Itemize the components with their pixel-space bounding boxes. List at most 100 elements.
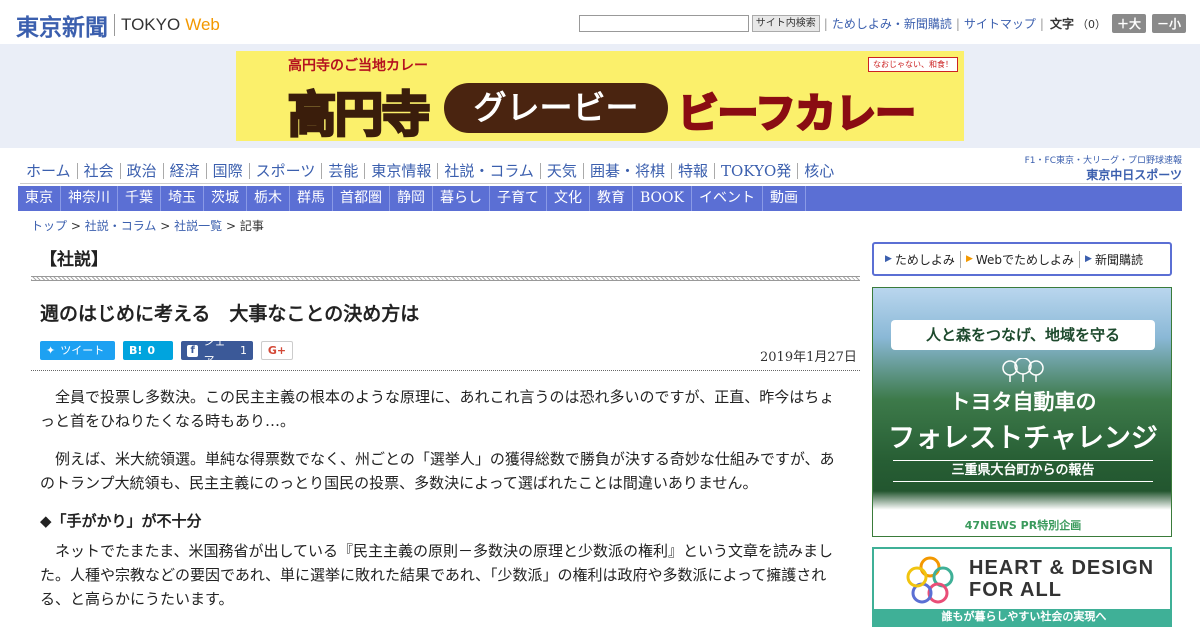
nav-gunma[interactable]: 群馬	[290, 186, 333, 211]
trial-read-label: ためしよみ	[894, 252, 955, 267]
font-increase-button[interactable]: ＋大	[1111, 14, 1146, 33]
article-paragraph: 全員で投票し多数決。この民主主義の根本のような原理に、あれこれ言うのは恐れ多いの…	[40, 388, 835, 430]
logo-japanese[interactable]: 東京新聞	[16, 8, 108, 42]
nav-society[interactable]: 社会	[78, 162, 121, 179]
nav-home[interactable]: ホーム	[20, 162, 78, 179]
curry-banner-ad[interactable]: 高円寺のご当地カレー 高円寺 グレービー ビーフカレー なおじゃない、和食！	[236, 51, 964, 141]
ad-headline: フォレストチャレンジ	[888, 423, 1158, 454]
top-ad-band: 高円寺のご当地カレー 高円寺 グレービー ビーフカレー なおじゃない、和食！	[0, 44, 1200, 148]
nav-saitama[interactable]: 埼玉	[161, 186, 204, 211]
hatena-count: 0	[147, 344, 156, 357]
breadcrumb-top[interactable]: トップ	[31, 219, 67, 233]
heart-design-ad[interactable]: HEART & DESIGN FOR ALL 誰もが暮らしやすい社会の実現へ	[872, 547, 1172, 627]
ad-ribbon: 人と森をつなげ、地域を守る	[891, 320, 1155, 350]
web-trial-read-link[interactable]: ▶ Webでためしよみ	[961, 250, 1081, 268]
nav-kanagawa[interactable]: 神奈川	[61, 186, 118, 211]
nav-tochigi[interactable]: 栃木	[247, 186, 290, 211]
trial-read-link[interactable]: ▶ ためしよみ	[880, 250, 961, 268]
site-header: 東京新聞 TOKYO Web サイト内検索 | ためしよみ・新聞購読 | サイト…	[0, 0, 1200, 44]
nav-special-report[interactable]: 特報	[672, 162, 715, 179]
banner-badge: なおじゃない、和食！	[868, 57, 958, 72]
nav-economy[interactable]: 経済	[164, 162, 207, 179]
font-size-count: （0）	[1076, 17, 1106, 31]
ad-tagline-bar: 誰もが暮らしやすい社会の実現へ	[874, 609, 1170, 625]
article-paragraph: 例えば、米大統領選。単純な得票数でなく、州ごとの「選挙人」の獲得総数で勝負が決す…	[40, 450, 835, 492]
site-logo[interactable]: 東京新聞 TOKYO Web	[16, 8, 220, 42]
nav-editorial-column[interactable]: 社説・コラム	[438, 162, 541, 179]
logo-web[interactable]: Web	[185, 15, 220, 35]
subscribe-link[interactable]: ▶ 新聞購読	[1080, 251, 1148, 268]
article-title: 週のはじめに考える 大事なことの決め方は	[40, 303, 420, 325]
breadcrumb-current: 記事	[239, 219, 264, 233]
breadcrumb: トップ > 社説・コラム > 社説一覧 > 記事	[31, 217, 264, 234]
twitter-icon: ✦	[46, 344, 56, 357]
tweet-button[interactable]: ✦ ツイート	[40, 341, 115, 360]
chunichi-sports-link[interactable]: F1・FC東京・大リーグ・プロ野球速報 東京中日スポーツ	[1025, 153, 1182, 183]
utility-bar: サイト内検索 | ためしよみ・新聞購読 | サイトマップ | 文字 （0） ＋大…	[578, 14, 1186, 33]
search-input[interactable]	[578, 15, 749, 32]
article-subhead: ◆「手がかり」が不十分	[40, 512, 202, 530]
divider: |	[955, 16, 960, 31]
nav-shizuoka[interactable]: 静岡	[390, 186, 433, 211]
arrow-icon: ▶	[965, 254, 973, 264]
nav-weather[interactable]: 天気	[541, 162, 584, 179]
nav-education[interactable]: 教育	[590, 186, 633, 211]
nav-entertainment[interactable]: 芸能	[322, 162, 366, 179]
article-paragraph: ネットでたまたま、米国務省が出している『民主主義の原則－多数決の原理と少数派の権…	[40, 542, 834, 608]
font-size-label: 文字	[1049, 17, 1074, 31]
banner-gravy-text: グレービー	[444, 83, 668, 133]
facebook-share-button[interactable]: f シェア 1	[181, 335, 253, 367]
google-plus-button[interactable]: G+	[261, 341, 293, 360]
nav-tokyo[interactable]: 東京	[18, 186, 61, 211]
font-decrease-button[interactable]: －小	[1151, 14, 1186, 33]
nav-ibaraki[interactable]: 茨城	[204, 186, 247, 211]
banner-beef-text: ビーフカレー	[677, 90, 918, 139]
logo-english[interactable]: TOKYO	[121, 15, 180, 35]
article-body: 全員で投票し多数決。この民主主義の根本のような原理に、あれこれ言うのは恐れ多いの…	[40, 385, 845, 625]
breadcrumb-editorial-list[interactable]: 社説一覧	[174, 219, 222, 233]
nav-culture[interactable]: 文化	[547, 186, 590, 211]
nav-international[interactable]: 国際	[207, 162, 250, 179]
nav-politics[interactable]: 政治	[121, 162, 164, 179]
article-date: 2019年1月27日	[760, 350, 857, 365]
nav-chiba[interactable]: 千葉	[118, 186, 161, 211]
section-label: 【社説】	[40, 250, 108, 270]
logo-divider	[114, 14, 115, 36]
date-divider	[31, 370, 860, 371]
divider: |	[823, 16, 828, 31]
banner-tagline: 高円寺のご当地カレー	[288, 58, 428, 74]
nav-parenting[interactable]: 子育て	[490, 186, 547, 211]
nav-living[interactable]: 暮らし	[433, 186, 490, 211]
trial-subscribe-link[interactable]: ためしよみ・新聞購読	[832, 15, 952, 32]
breadcrumb-editorial[interactable]: 社説・コラム	[85, 219, 157, 233]
forest-challenge-ad[interactable]: 人と森をつなげ、地域を守る トヨタ自動車の フォレストチャレンジ 三重県大台町か…	[872, 287, 1172, 537]
nav-tokyo-hatsu[interactable]: TOKYO発	[715, 162, 799, 179]
share-bar: ✦ ツイート B! 0 f シェア 1 G+	[40, 335, 301, 367]
tweet-label: ツイート	[60, 344, 105, 357]
tree-icon	[1002, 358, 1044, 382]
ad-subtitle: 三重県大台町からの報告	[893, 460, 1153, 482]
nav-event[interactable]: イベント	[692, 186, 763, 211]
nav-video[interactable]: 動画	[763, 186, 806, 211]
section-divider	[31, 276, 860, 281]
breadcrumb-separator: >	[160, 219, 171, 233]
nav-book[interactable]: BOOK	[633, 186, 692, 211]
chunichi-tagline: F1・FC東京・大リーグ・プロ野球速報	[1024, 156, 1182, 166]
secondary-nav: 東京 神奈川 千葉 埼玉 茨城 栃木 群馬 首都圏 静岡 暮らし 子育て 文化 …	[18, 186, 1182, 211]
nav-sports[interactable]: スポーツ	[250, 162, 323, 179]
facebook-share-label: シェア	[203, 334, 226, 367]
flower-logo-icon	[906, 556, 954, 604]
web-trial-read-label: Webでためしよみ	[975, 252, 1075, 267]
sitemap-link[interactable]: サイトマップ	[964, 15, 1036, 32]
subscribe-label: 新聞購読	[1094, 252, 1143, 267]
arrow-icon: ▶	[1085, 254, 1092, 264]
ad-title: HEART & DESIGN FOR ALL	[969, 557, 1154, 601]
search-button[interactable]: サイト内検索	[751, 15, 820, 32]
nav-core[interactable]: 核心	[798, 163, 840, 179]
hatena-bookmark-button[interactable]: B! 0	[123, 341, 173, 360]
nav-metropolitan[interactable]: 首都圏	[333, 186, 390, 211]
nav-go-shogi[interactable]: 囲碁・将棋	[584, 162, 672, 179]
banner-main-text: 高円寺	[286, 86, 431, 142]
nav-tokyo-info[interactable]: 東京情報	[365, 162, 439, 179]
chunichi-logo[interactable]: 東京中日スポーツ	[1025, 166, 1182, 183]
